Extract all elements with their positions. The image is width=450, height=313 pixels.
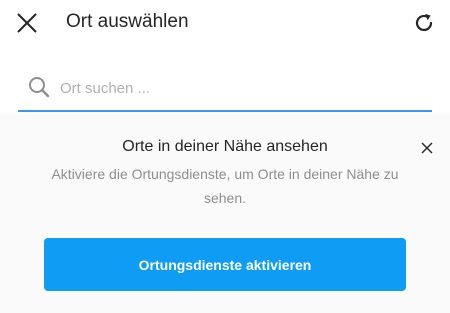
- search-area: [0, 46, 450, 114]
- top-bar: Ort auswählen: [0, 0, 450, 46]
- enable-location-services-button[interactable]: Ortungsdienste aktivieren: [44, 238, 406, 291]
- banner-title: Orte in deiner Nähe ansehen: [122, 138, 328, 155]
- close-button[interactable]: [10, 6, 44, 40]
- banner-close-button[interactable]: [417, 138, 437, 158]
- banner-description: Aktiviere die Ortungsdienste, um Orte in…: [51, 166, 399, 206]
- close-icon: [421, 142, 433, 154]
- search-field: [18, 72, 432, 112]
- search-input[interactable]: [60, 72, 420, 104]
- search-icon: [29, 77, 50, 98]
- close-icon: [17, 13, 37, 33]
- page-title: Ort auswählen: [66, 11, 189, 32]
- location-services-banner: Orte in deiner Nähe ansehen Aktiviere di…: [0, 114, 450, 313]
- refresh-icon: [415, 13, 433, 32]
- refresh-button[interactable]: [407, 6, 441, 40]
